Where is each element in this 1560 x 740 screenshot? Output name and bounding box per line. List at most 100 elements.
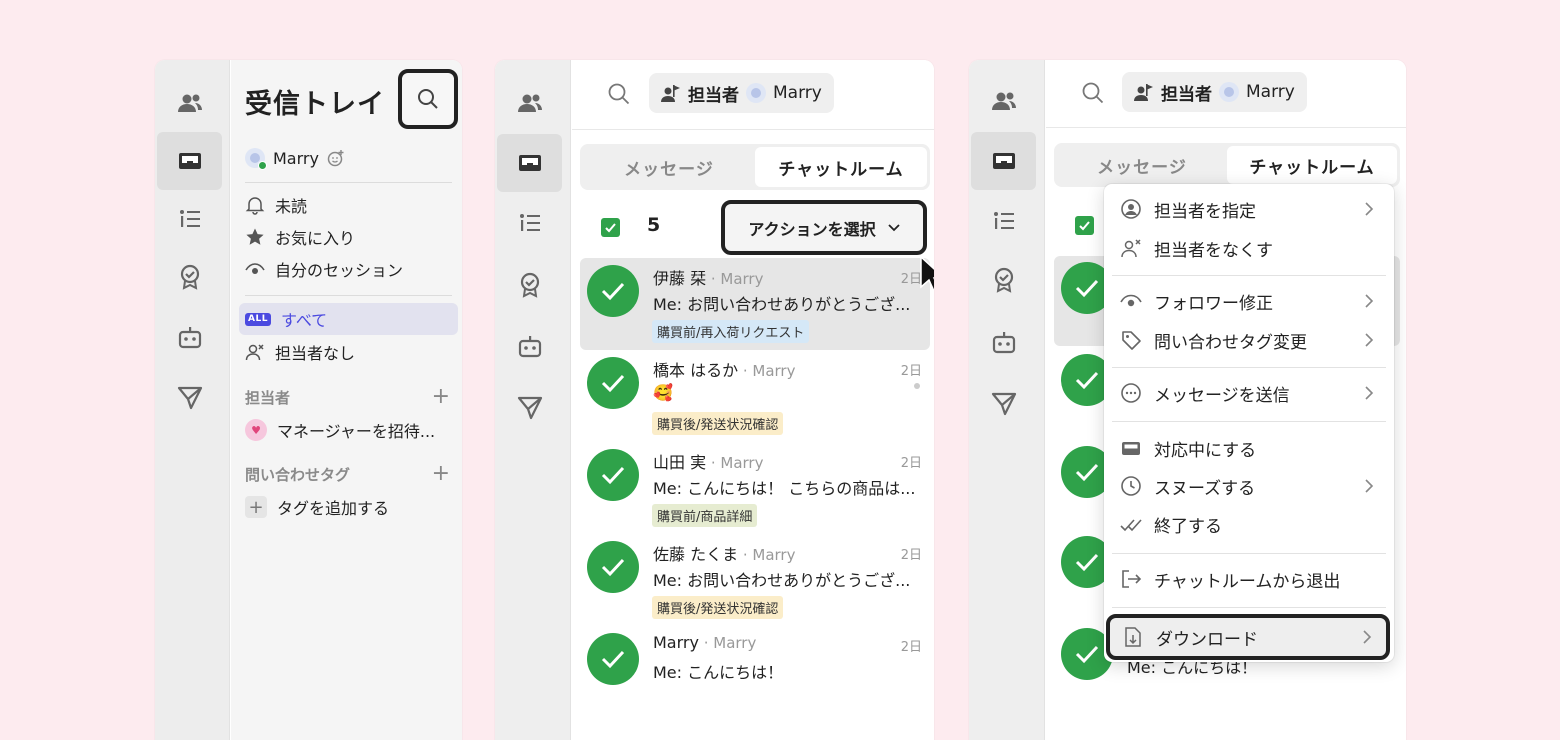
rail-list[interactable] xyxy=(497,194,562,252)
search-icon[interactable] xyxy=(606,81,632,107)
rail-badge[interactable] xyxy=(971,251,1036,309)
conversation-check[interactable] xyxy=(587,449,639,501)
filter-my-sessions-label: 自分のセッション xyxy=(275,261,404,280)
filter-favorites[interactable]: お気に入り xyxy=(239,221,458,253)
menu-divider xyxy=(1112,367,1386,368)
rail-bot[interactable] xyxy=(497,317,562,375)
assignee-filter-chip[interactable]: 担当者 Marry xyxy=(649,73,834,113)
rail-badge[interactable] xyxy=(157,248,222,306)
invite-manager-label: マネージャーを招待... xyxy=(277,422,436,441)
menu-item-unassign[interactable]: 担当者をなくす xyxy=(1110,229,1388,267)
tab-messages[interactable]: メッセージ xyxy=(583,147,755,187)
menu-divider xyxy=(1112,421,1386,422)
badge-icon xyxy=(180,264,199,290)
select-all-checkbox[interactable] xyxy=(601,218,620,237)
conversation-name: 佐藤 たくま · Marry xyxy=(653,541,795,565)
nav-rail xyxy=(155,60,230,740)
menu-item-clock[interactable]: スヌーズする xyxy=(1110,467,1388,505)
check-icon xyxy=(1075,371,1099,390)
chevron-right-icon xyxy=(1365,333,1374,347)
current-user[interactable]: Marry xyxy=(245,146,345,170)
rail-inbox[interactable] xyxy=(497,134,562,192)
conversation-check[interactable] xyxy=(587,357,639,409)
rail-list[interactable] xyxy=(971,192,1036,250)
chevron-right-icon xyxy=(1365,479,1374,493)
invite-manager[interactable]: ♥ マネージャーを招待... xyxy=(239,414,458,446)
unassign-icon xyxy=(1121,239,1141,258)
conversation-preview: Me: お問い合わせありがとうござ... xyxy=(653,295,911,314)
menu-item-label: メッセージを送信 xyxy=(1154,385,1290,406)
select-action-button[interactable]: アクションを選択 xyxy=(721,200,927,255)
rail-badge[interactable] xyxy=(497,256,562,314)
assignee-name: · Marry xyxy=(706,454,764,472)
bot-icon xyxy=(518,336,541,358)
rail-list[interactable] xyxy=(157,190,222,248)
assignee-icon xyxy=(1134,84,1153,101)
view-tabs: メッセージ チャットルーム xyxy=(1054,143,1400,187)
selected-count: 5 xyxy=(647,214,661,236)
filter-unread-label: 未読 xyxy=(275,197,308,216)
menu-item-inbox-tray[interactable]: 対応中にする xyxy=(1110,429,1388,467)
rail-inbox[interactable] xyxy=(157,132,222,190)
menu-item-label: ダウンロード xyxy=(1156,629,1258,650)
check-icon xyxy=(1075,553,1099,572)
assignee-filter-chip[interactable]: 担当者 Marry xyxy=(1122,72,1307,112)
conversation-check[interactable] xyxy=(587,541,639,593)
conversation-preview: Me: こんにちは！ xyxy=(653,663,784,682)
add-tag-button[interactable]: + タグを追加する xyxy=(239,491,458,523)
menu-item-chat-bubble[interactable]: メッセージを送信 xyxy=(1110,374,1388,412)
rail-inbox[interactable] xyxy=(971,132,1036,190)
rail-send[interactable] xyxy=(971,374,1036,432)
add-assignee-icon[interactable]: + xyxy=(432,386,450,408)
menu-divider xyxy=(1112,553,1386,554)
inquiry-tag: 購買前/再入荷リクエスト xyxy=(652,320,810,343)
check-icon xyxy=(601,650,625,669)
send-icon xyxy=(177,386,202,410)
add-tag-plus-icon[interactable]: + xyxy=(432,463,450,485)
customer-name: 山田 実 xyxy=(653,453,707,472)
menu-item-download-file[interactable]: ダウンロード xyxy=(1106,614,1390,660)
eye-icon xyxy=(1120,294,1142,307)
filter-my-sessions[interactable]: 自分のセッション xyxy=(239,253,458,285)
bot-icon xyxy=(992,332,1015,354)
menu-item-tag[interactable]: 問い合わせタグ変更 xyxy=(1110,321,1388,359)
conversation-check[interactable] xyxy=(587,265,639,317)
search-button[interactable] xyxy=(398,69,458,129)
menu-item-eye[interactable]: フォロワー修正 xyxy=(1110,282,1388,320)
conversation-check[interactable] xyxy=(587,633,639,685)
conversation-row[interactable]: 伊藤 栞 · Marry 2日 Me: お問い合わせありがとうござ... 購買前/再入… xyxy=(580,258,930,350)
menu-item-label: フォロワー修正 xyxy=(1154,293,1273,314)
check-icon xyxy=(601,466,625,485)
assignee-name: · Marry xyxy=(698,634,757,652)
menu-item-double-check[interactable]: 終了する xyxy=(1110,505,1388,543)
add-emoji-icon[interactable] xyxy=(327,149,345,167)
rail-send[interactable] xyxy=(157,368,222,426)
tab-chatrooms[interactable]: チャットルーム xyxy=(1227,146,1397,184)
badge-icon xyxy=(994,267,1013,293)
rail-bot[interactable] xyxy=(971,313,1036,371)
select-all-checkbox[interactable] xyxy=(1075,216,1094,235)
conversation-row[interactable]: 橋本 はるか · Marry 2日 🥰 購買後/発送状況確認 xyxy=(580,350,930,442)
rail-contacts[interactable] xyxy=(971,72,1036,130)
conversation-row[interactable]: 佐藤 たくま · Marry 2日 Me: お問い合わせありがとうござ... 購買後/… xyxy=(580,534,930,626)
view-all[interactable]: ALL すべて xyxy=(239,303,458,335)
rail-contacts[interactable] xyxy=(157,74,222,132)
tab-messages[interactable]: メッセージ xyxy=(1057,146,1227,184)
menu-item-person-circle[interactable]: 担当者を指定 xyxy=(1110,190,1388,228)
tab-chatrooms[interactable]: チャットルーム xyxy=(755,147,927,187)
filter-unread[interactable]: 未読 xyxy=(239,189,458,221)
conversation-row[interactable]: 山田 実 · Marry 2日 Me: こんにちは！ こちらの商品は... 購買前/商… xyxy=(580,442,930,534)
user-name: Marry xyxy=(273,148,319,168)
menu-item-label: チャットルームから退出 xyxy=(1154,571,1341,592)
star-icon xyxy=(246,228,264,245)
rail-contacts[interactable] xyxy=(497,74,562,132)
search-icon[interactable] xyxy=(1080,80,1106,106)
view-unassigned[interactable]: 担当者なし xyxy=(239,336,458,368)
menu-item-label: 担当者をなくす xyxy=(1154,240,1273,261)
conversation-name: 山田 実 · Marry xyxy=(653,449,763,473)
rail-send[interactable] xyxy=(497,378,562,436)
menu-item-exit[interactable]: チャットルームから退出 xyxy=(1110,560,1388,598)
rail-bot[interactable] xyxy=(157,308,222,366)
conversation-row[interactable]: Marry · Marry 2日 Me: こんにちは！ xyxy=(580,626,930,718)
check-icon xyxy=(1075,645,1099,664)
